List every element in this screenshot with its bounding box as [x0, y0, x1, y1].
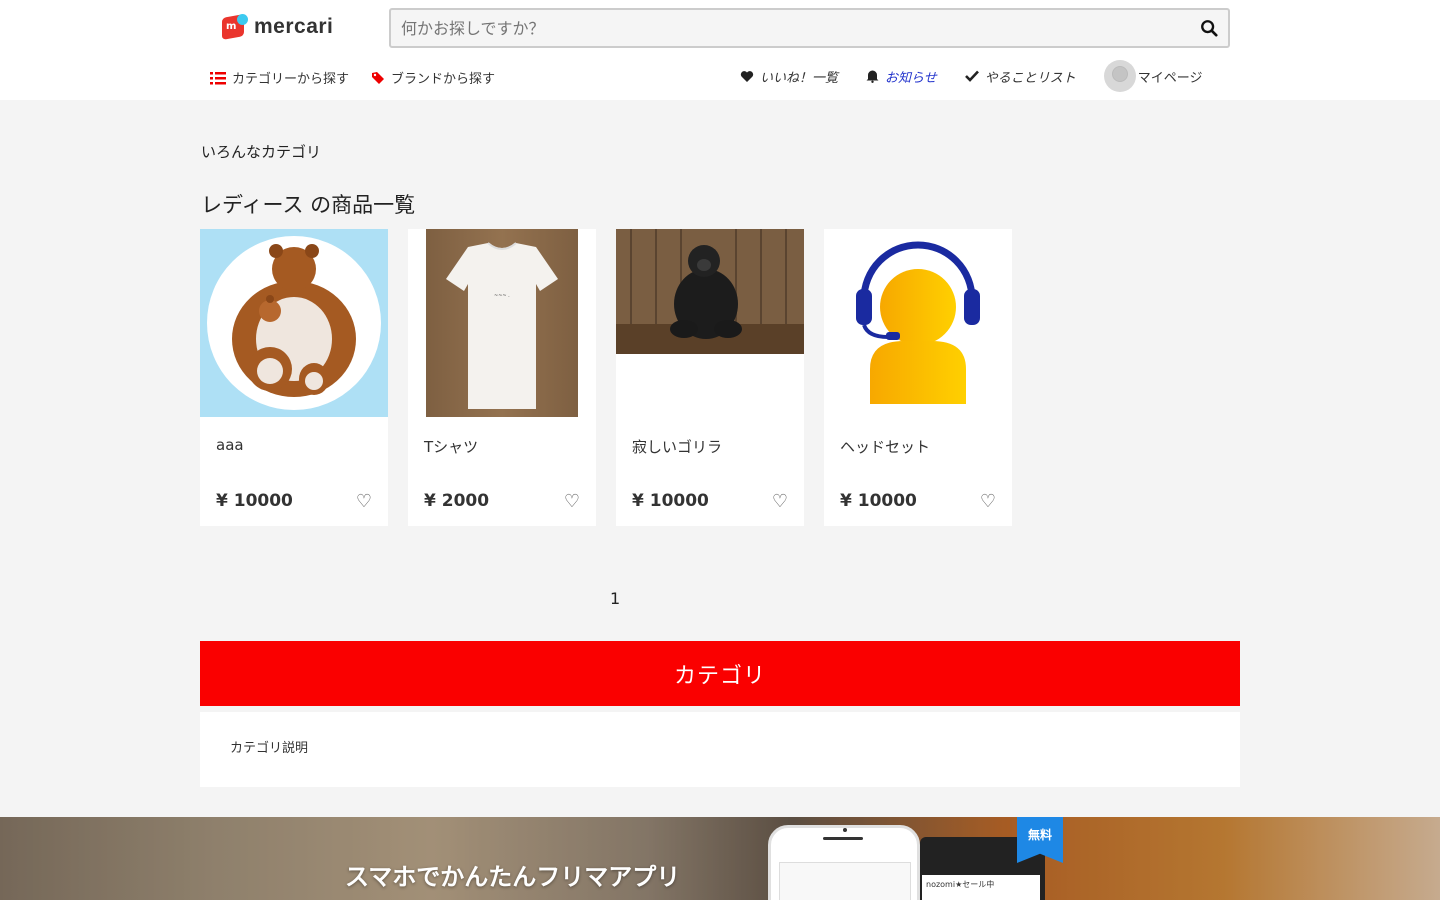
nav-brand-link[interactable]: ブランドから探す: [371, 68, 495, 87]
bell-icon: [866, 70, 879, 83]
like-heart-icon[interactable]: ♡: [356, 491, 372, 512]
nav-todo-link[interactable]: やることリスト: [964, 67, 1076, 86]
item-image-tshirt: ~~~ .: [408, 229, 596, 417]
search-icon[interactable]: [1200, 19, 1218, 37]
list-icon: [210, 71, 226, 84]
item-name: Tシャツ: [424, 438, 479, 456]
category-description: カテゴリ説明: [230, 741, 309, 756]
item-list: aaa ¥ 10000 ♡ ~~~ . Tシャツ ¥ 2000 ♡ 寂しいゴリラ…: [200, 229, 1012, 526]
item-name: 寂しいゴリラ: [632, 438, 723, 456]
search-bar: [389, 8, 1230, 48]
item-card[interactable]: ヘッドセット ¥ 10000 ♡: [824, 229, 1012, 526]
nav-likes-link[interactable]: いいね！一覧: [740, 67, 838, 86]
check-icon: [964, 70, 979, 82]
item-image-bear: [200, 229, 388, 417]
item-card[interactable]: ~~~ . Tシャツ ¥ 2000 ♡: [408, 229, 596, 526]
mercari-logo[interactable]: m mercari: [222, 14, 333, 40]
nav-todo-label: やることリスト: [984, 70, 1076, 86]
like-heart-icon[interactable]: ♡: [772, 491, 788, 512]
category-section-title: カテゴリ: [200, 641, 1240, 706]
item-card[interactable]: 寂しいゴリラ ¥ 10000 ♡: [616, 229, 804, 526]
search-input[interactable]: [391, 10, 1171, 46]
like-heart-icon[interactable]: ♡: [980, 491, 996, 512]
phone-mockup-image: [768, 825, 920, 900]
logo-text: mercari: [254, 15, 334, 38]
item-price: ¥ 10000: [216, 491, 293, 511]
app-promo-banner[interactable]: スマホでかんたんフリマアプリ nozomi★セール中 無料: [0, 817, 1440, 900]
tablet-screen-text: nozomi★セール中: [922, 875, 1040, 900]
nav-likes-label: いいね！一覧: [760, 70, 839, 86]
logo-mark-letter: m: [226, 21, 237, 32]
heart-icon: [740, 70, 754, 82]
nav-category-label: カテゴリーから探す: [232, 72, 350, 87]
pagination-current-page[interactable]: 1: [610, 589, 620, 608]
item-image-gorilla: [616, 229, 804, 417]
header: m mercari カテゴリーから探す ブランドから探す: [0, 0, 1440, 100]
tag-icon: [372, 71, 385, 84]
item-card[interactable]: aaa ¥ 10000 ♡: [200, 229, 388, 526]
item-price: ¥ 2000: [424, 491, 490, 511]
item-image-headset: [824, 229, 1012, 417]
item-price: ¥ 10000: [632, 491, 709, 511]
nav-category-link[interactable]: カテゴリーから探す: [210, 68, 349, 87]
nav-right: いいね！一覧 お知らせ やることリスト マイページ: [740, 60, 1231, 92]
nav-notices-label: お知らせ: [885, 70, 937, 86]
nav-brand-label: ブランドから探す: [391, 72, 496, 87]
nav-notices-link[interactable]: お知らせ: [866, 67, 937, 86]
avatar: [1103, 60, 1136, 92]
nav-left: カテゴリーから探す ブランドから探す: [210, 68, 495, 87]
nav-mypage-link[interactable]: マイページ: [1103, 60, 1203, 92]
like-heart-icon[interactable]: ♡: [564, 491, 580, 512]
item-name: ヘッドセット: [840, 438, 931, 456]
svg-text:~~~ .: ~~~ .: [494, 293, 510, 299]
category-description-box: カテゴリ説明: [200, 712, 1240, 787]
item-name: aaa: [216, 436, 244, 454]
nav-mypage-label: マイページ: [1137, 70, 1203, 86]
page-title: レディース の商品一覧: [201, 193, 416, 217]
breadcrumb[interactable]: いろんなカテゴリ: [201, 141, 321, 162]
item-price: ¥ 10000: [840, 491, 917, 511]
banner-headline: スマホでかんたんフリマアプリ: [345, 863, 681, 891]
logo-mark-icon: m: [222, 14, 248, 40]
